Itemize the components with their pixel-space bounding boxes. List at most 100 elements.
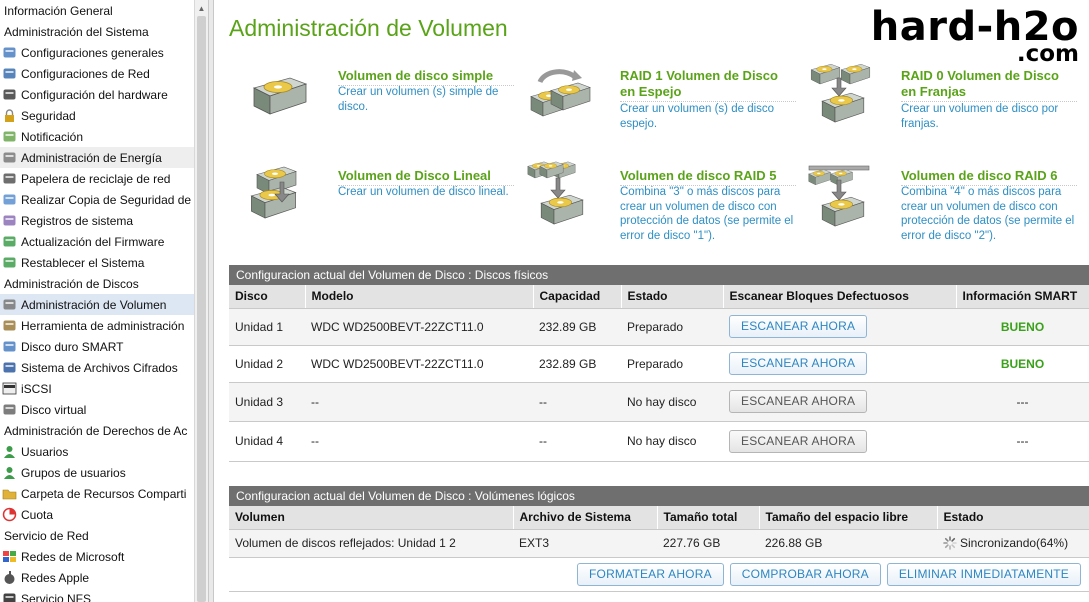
scan-now-button[interactable]: ESCANEAR AHORA <box>729 352 868 375</box>
sidebar-item-papelera-de-reciclaje-de-red[interactable]: Papelera de reciclaje de red <box>0 168 194 189</box>
sidebar-item-redes-apple[interactable]: Redes Apple <box>0 567 194 588</box>
volume-filesystem: EXT3 <box>513 529 657 558</box>
raid1-mirror-icon[interactable] <box>526 60 594 130</box>
disk-model: -- <box>305 421 533 462</box>
sidebar-item-restablecer-el-sistema[interactable]: Restablecer el Sistema <box>0 252 194 273</box>
volume-status: Sincronizando(64%) <box>960 535 1069 550</box>
sidebar-item-label: Administración de Energía <box>21 150 162 165</box>
volume-option-title[interactable]: Volumen de disco simple <box>338 68 514 86</box>
sidebar-item-label: Usuarios <box>21 444 69 459</box>
sidebar-item-iscsi[interactable]: iSCSI <box>0 378 194 399</box>
sidebar-item-usuarios[interactable]: Usuarios <box>0 441 194 462</box>
shared-folder-icon <box>2 486 17 501</box>
single-disk-icon[interactable] <box>244 60 312 130</box>
scan-now-button[interactable]: ESCANEAR AHORA <box>729 390 868 413</box>
sidebar-section-administracion-de-discos[interactable]: Administración de Discos <box>0 273 194 294</box>
sidebar-item-redes-de-microsoft[interactable]: Redes de Microsoft <box>0 546 194 567</box>
sidebar-item-configuraciones-de-red[interactable]: Configuraciones de Red <box>0 63 194 84</box>
volume-option-description: protección de datos (se permite el <box>620 215 794 227</box>
sidebar-item-realizar-copia-de-seguridad-de[interactable]: Realizar Copia de Seguridad de <box>0 189 194 210</box>
sidebar-item-actualizacion-del-firmware[interactable]: Actualización del Firmware <box>0 231 194 252</box>
volume-option-1[interactable]: Volumen de disco simple Crear un volumen … <box>244 60 514 150</box>
physical-col-header: Información SMART <box>956 285 1089 309</box>
linear-disk-icon[interactable] <box>244 160 312 230</box>
recycle-bin-icon <box>2 171 17 186</box>
volume-option-title[interactable]: Volumen de Disco Lineal <box>338 168 514 186</box>
volume-option-title[interactable]: RAID 1 Volumen de Disco en Espejo <box>620 68 796 102</box>
sidebar-item-disco-duro-smart[interactable]: Disco duro SMART <box>0 336 194 357</box>
scan-now-button[interactable]: ESCANEAR AHORA <box>729 429 868 453</box>
sidebar-item-administracion-de-energia[interactable]: Administración de Energía <box>0 147 194 168</box>
sidebar-item-label: Servicio de Red <box>4 528 89 543</box>
table-row: Unidad 1 WDC WD2500BEVT-22ZCT11.0 232.89 G… <box>229 308 1089 346</box>
disk-capacity: 232.89 GB <box>533 308 621 346</box>
sidebar-nav: Información General Administración del Si… <box>0 0 194 602</box>
sidebar-item-label: Configuraciones generales <box>21 45 164 60</box>
sidebar-item-label: Notificación <box>21 129 84 144</box>
security-lock-icon <box>2 108 17 123</box>
delete-now-button[interactable]: ELIMINAR INMEDIATAMENTE <box>886 562 1081 586</box>
volume-option-description: franjas. <box>901 117 939 130</box>
sidebar-item-carpeta-de-recursos-comparti[interactable]: Carpeta de Recursos Comparti <box>0 483 194 504</box>
volume-option-3[interactable]: RAID 0 Volumen de Disco en Franjas Crear … <box>807 60 1077 150</box>
disk-name: Unidad 4 <box>229 421 305 462</box>
sync-spinner-icon <box>943 536 957 551</box>
table-row[interactable]: Volumen de discos reflejados: Unidad 1 2… <box>229 529 1089 558</box>
raid6-icon[interactable] <box>807 160 875 230</box>
disk-status: Preparado <box>621 308 723 346</box>
scan-now-button[interactable]: ESCANEAR AHORA <box>729 315 868 338</box>
volume-option-description: error de disco "1"). <box>620 229 716 242</box>
sidebar-item-label: Realizar Copia de Seguridad de <box>21 192 192 207</box>
volume-option-title[interactable]: Volumen de disco RAID 5 <box>620 168 796 186</box>
physical-col-header: Estado <box>621 285 724 309</box>
sidebar-item-label: Grupos de usuarios <box>21 465 126 480</box>
volume-option-5[interactable]: Volumen de disco RAID 5 Combina "3" o más… <box>526 160 796 250</box>
volume-option-title[interactable]: RAID 0 Volumen de Disco en Franjas <box>901 68 1077 102</box>
sidebar-item-configuraciones-generales[interactable]: Configuraciones generales <box>0 42 194 63</box>
raid0-stripe-icon[interactable] <box>807 60 875 130</box>
sidebar-item-servicio-nfs[interactable]: Servicio NFS <box>0 588 194 602</box>
sidebar-item-grupos-de-usuarios[interactable]: Grupos de usuarios <box>0 462 194 483</box>
sidebar-item-label: Seguridad <box>21 108 76 123</box>
check-now-button[interactable]: COMPROBAR AHORA <box>729 562 881 586</box>
volume-option-4[interactable]: Volumen de Disco Lineal Crear un volumen … <box>244 160 514 250</box>
sidebar-section-administracion-del-sistema[interactable]: Administración del Sistema <box>0 21 194 42</box>
scan-cell: ESCANEAR AHORA <box>723 421 956 462</box>
format-now-button[interactable]: FORMATEAR AHORA <box>577 562 724 586</box>
volume-option-description: disco. <box>338 100 369 113</box>
admin-tool-icon <box>2 318 17 333</box>
hardware-chip-icon <box>2 87 17 102</box>
sidebar-item-cuota[interactable]: Cuota <box>0 504 194 525</box>
scan-cell: ESCANEAR AHORA <box>723 345 956 383</box>
sidebar-item-label: Papelera de reciclaje de red <box>21 171 171 186</box>
sidebar-item-seguridad[interactable]: Seguridad <box>0 105 194 126</box>
sidebar-scrollbar[interactable]: ▲ <box>194 0 208 602</box>
volume-option-description: error de disco "2"). <box>901 229 997 242</box>
raid5-icon[interactable] <box>526 160 594 230</box>
volume-option-title[interactable]: Volumen de disco RAID 6 <box>901 168 1077 186</box>
sidebar-item-administracion-de-volumen[interactable]: Administración de Volumen <box>0 294 194 315</box>
sidebar-section-informacion-general[interactable]: Información General <box>0 0 194 21</box>
sidebar-item-disco-virtual[interactable]: Disco virtual <box>0 399 194 420</box>
volume-option-description: Crear un volumen de disco por <box>901 103 1059 115</box>
scroll-thumb[interactable] <box>197 16 206 602</box>
virtual-disk-icon <box>2 402 17 417</box>
sidebar-item-herramienta-de-administracion[interactable]: Herramienta de administración <box>0 315 194 336</box>
sidebar-item-sistema-de-archivos-cifrados[interactable]: Sistema de Archivos Cifrados <box>0 357 194 378</box>
sidebar-section-servicio-de-red[interactable]: Servicio de Red <box>0 525 194 546</box>
disk-status: No hay disco <box>621 382 723 422</box>
sidebar-item-label: Configuraciones de Red <box>21 66 150 81</box>
volume-option-2[interactable]: RAID 1 Volumen de Disco en Espejo Crear u… <box>526 60 796 150</box>
disk-name: Unidad 3 <box>229 382 305 422</box>
physical-col-header: Modelo <box>305 285 534 309</box>
sidebar-item-notificacion[interactable]: Notificación <box>0 126 194 147</box>
sidebar-section-administracion-de-derechos-de-ac[interactable]: Administración de Derechos de Ac <box>0 420 194 441</box>
sidebar-item-registros-de-sistema[interactable]: Registros de sistema <box>0 210 194 231</box>
volume-option-6[interactable]: Volumen de disco RAID 6 Combina "4" o más… <box>807 160 1077 250</box>
scroll-up-arrow-icon[interactable]: ▲ <box>195 0 208 16</box>
volume-option-description: protección de datos (se permite el <box>901 215 1075 227</box>
disk-status: Preparado <box>621 345 723 383</box>
physical-disks-header: Configuracion actual del Volumen de Disc… <box>229 265 1089 285</box>
sidebar-item-configuracion-del-hardware[interactable]: Configuración del hardware <box>0 84 194 105</box>
volume-option-description: Crear un volumen de disco lineal. <box>338 186 509 198</box>
